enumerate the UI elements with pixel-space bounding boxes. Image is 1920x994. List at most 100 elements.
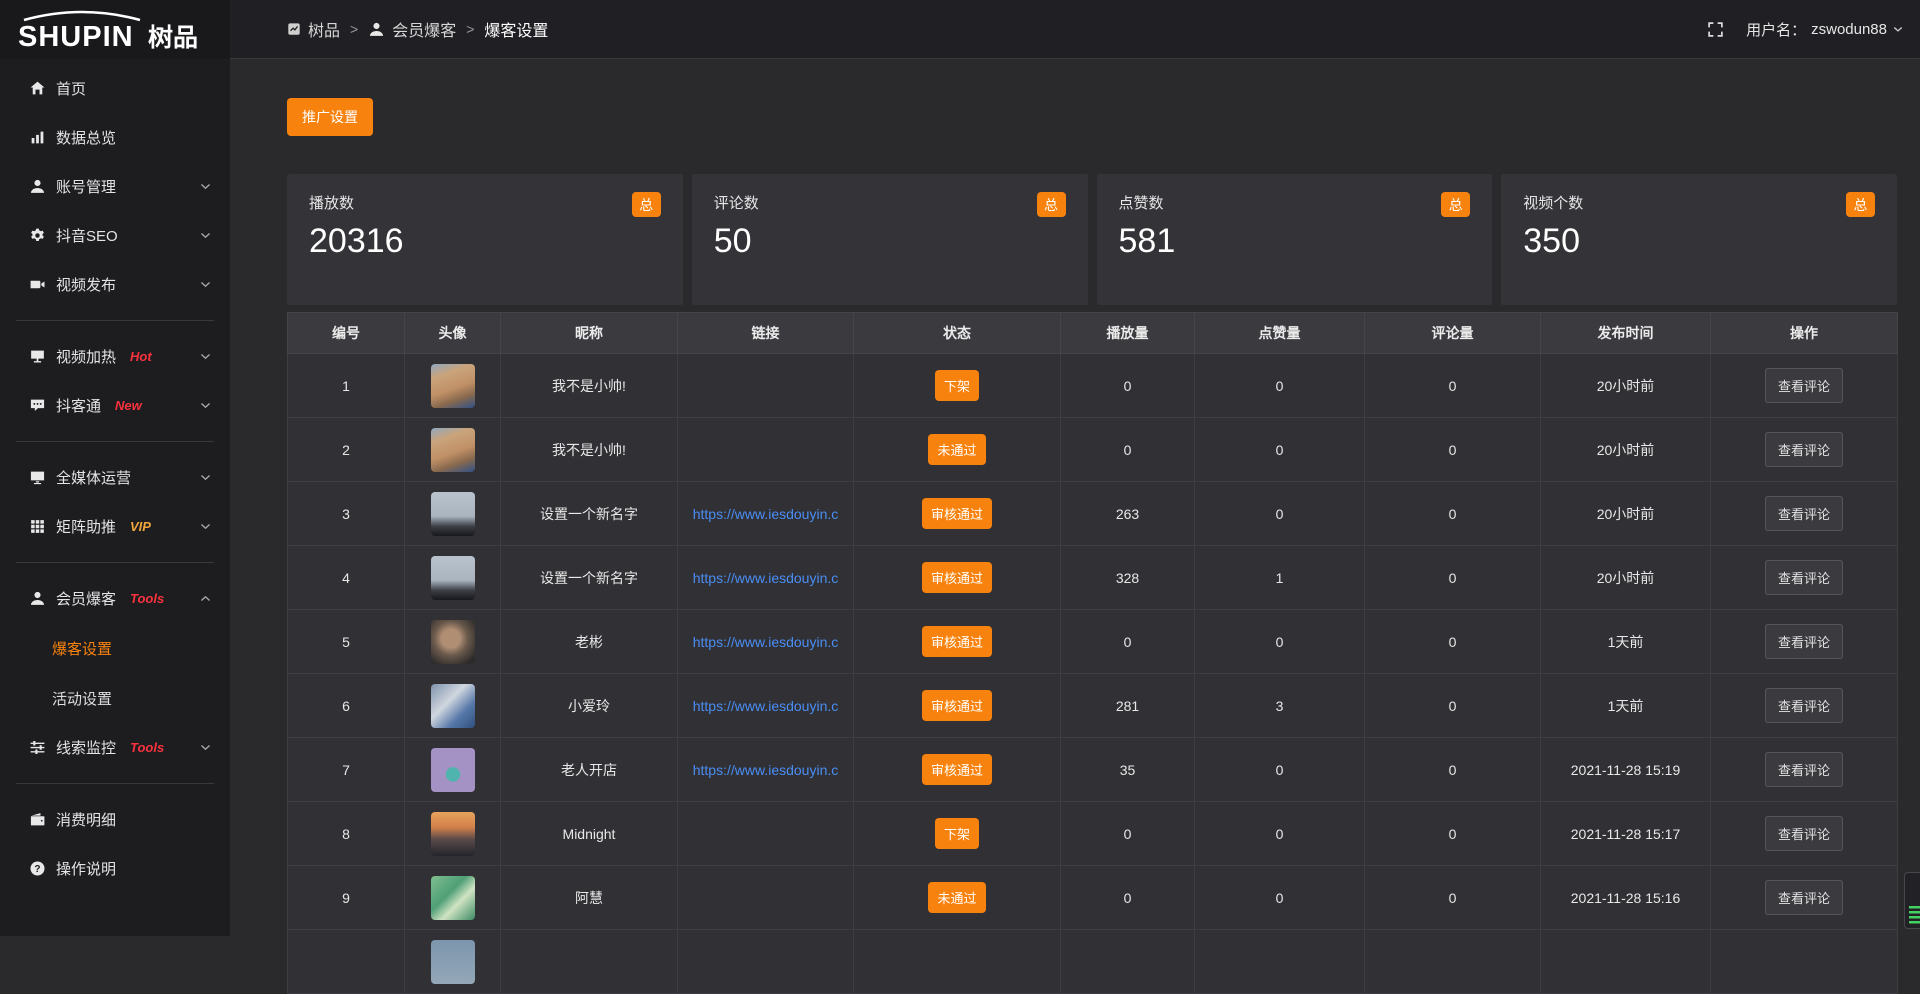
sidebar-subitem-activity-settings[interactable]: 活动设置 — [0, 673, 230, 723]
sidebar-item-all-media[interactable]: 全媒体运营 — [0, 453, 230, 502]
cell-time: 1天前 — [1541, 610, 1711, 674]
screen-icon — [28, 469, 46, 487]
video-link[interactable]: https://www.iesdouyin.c — [678, 698, 853, 714]
cell-nickname: 设置一个新名字 — [501, 546, 678, 610]
status-badge[interactable]: 下架 — [935, 370, 979, 401]
sidebar-item-member-baoke[interactable]: 会员爆客Tools — [0, 574, 230, 623]
user-icon — [368, 21, 385, 38]
bar-chart-icon — [28, 129, 46, 147]
view-comments-button[interactable]: 查看评论 — [1765, 816, 1843, 851]
status-badge[interactable]: 未通过 — [928, 434, 985, 465]
status-badge[interactable]: 审核通过 — [922, 498, 992, 529]
breadcrumb-separator: > — [466, 21, 474, 37]
stat-card-value: 50 — [714, 222, 1066, 261]
total-badge: 总 — [632, 192, 661, 217]
view-comments-button[interactable]: 查看评论 — [1765, 496, 1843, 531]
sidebar-item-home[interactable]: 首页 — [0, 64, 230, 113]
cell-comments: 0 — [1365, 674, 1541, 738]
user-menu[interactable]: 用户名： zswodun88 — [1746, 19, 1904, 40]
video-link[interactable]: https://www.iesdouyin.c — [678, 634, 853, 650]
breadcrumb-label: 爆客设置 — [484, 17, 548, 41]
stat-card-top: 播放数总 — [309, 192, 661, 217]
avatar — [431, 428, 475, 472]
video-link[interactable]: https://www.iesdouyin.c — [678, 570, 853, 586]
cell-comments: 0 — [1365, 802, 1541, 866]
status-badge[interactable]: 审核通过 — [922, 626, 992, 657]
sidebar-item-label: 数据总览 — [56, 127, 116, 148]
cell-likes: 0 — [1195, 802, 1365, 866]
sidebar-item-label: 账号管理 — [56, 176, 116, 197]
sidebar-item-douyin-seo[interactable]: 抖音SEO — [0, 211, 230, 260]
cell-action: 查看评论 — [1711, 482, 1898, 546]
cell-likes: 0 — [1195, 354, 1365, 418]
view-comments-button[interactable]: 查看评论 — [1765, 432, 1843, 467]
username-prefix: 用户名： — [1746, 19, 1806, 40]
view-comments-button[interactable]: 查看评论 — [1765, 368, 1843, 403]
cell-comments — [1365, 930, 1541, 994]
chevron-down-icon — [199, 229, 212, 242]
view-comments-button[interactable]: 查看评论 — [1765, 752, 1843, 787]
cell-nickname: 老人开店 — [501, 738, 678, 802]
cell-link — [678, 418, 854, 482]
breadcrumb-item-2[interactable]: 爆客设置 — [484, 17, 548, 41]
sidebar-item-video-heat[interactable]: 视频加热Hot — [0, 332, 230, 381]
view-comments-button[interactable]: 查看评论 — [1765, 560, 1843, 595]
sidebar-item-consume-detail[interactable]: 消费明细 — [0, 795, 230, 844]
fullscreen-icon[interactable] — [1707, 21, 1724, 38]
stat-card-label: 视频个数 — [1523, 192, 1583, 213]
status-badge[interactable]: 审核通过 — [922, 754, 992, 785]
cell-status: 未通过 — [854, 418, 1061, 482]
status-badge[interactable]: 下架 — [935, 818, 979, 849]
cell-nickname: 设置一个新名字 — [501, 482, 678, 546]
cell-nickname — [501, 930, 678, 994]
sidebar-item-tag: Tools — [130, 591, 164, 606]
promo-settings-button[interactable]: 推广设置 — [287, 98, 373, 136]
breadcrumb-item-0[interactable]: 树品 — [287, 17, 340, 41]
wallet-icon — [28, 811, 46, 829]
column-header: 播放量 — [1061, 313, 1195, 354]
cell-status: 审核通过 — [854, 482, 1061, 546]
column-header: 操作 — [1711, 313, 1898, 354]
video-icon — [28, 276, 46, 294]
cell-likes: 0 — [1195, 418, 1365, 482]
browser-extension-widget[interactable] — [1904, 872, 1920, 929]
sidebar-divider — [16, 441, 214, 442]
status-badge[interactable]: 未通过 — [928, 882, 985, 913]
topbar: 树品>会员爆客>爆客设置 用户名：zswodun88 — [230, 0, 1920, 59]
sidebar-item-doukettong[interactable]: 抖客通New — [0, 381, 230, 430]
sidebar-subitem-baoke-settings[interactable]: 爆客设置 — [0, 623, 230, 673]
video-link[interactable]: https://www.iesdouyin.c — [678, 506, 853, 522]
column-header: 发布时间 — [1541, 313, 1711, 354]
cell-plays: 328 — [1061, 546, 1195, 610]
cell-avatar — [405, 674, 501, 738]
sidebar-item-clue-monitor[interactable]: 线索监控Tools — [0, 723, 230, 772]
svg-text:?: ? — [34, 864, 40, 875]
username: zswodun88 — [1811, 21, 1887, 38]
view-comments-button[interactable]: 查看评论 — [1765, 688, 1843, 723]
sidebar-item-label: 视频发布 — [56, 274, 116, 295]
sidebar-item-data-overview[interactable]: 数据总览 — [0, 113, 230, 162]
chevron-down-icon — [199, 520, 212, 533]
view-comments-button[interactable]: 查看评论 — [1765, 624, 1843, 659]
status-badge[interactable]: 审核通过 — [922, 562, 992, 593]
breadcrumb-label: 会员爆客 — [392, 17, 456, 41]
status-badge[interactable]: 审核通过 — [922, 690, 992, 721]
cell-action: 查看评论 — [1711, 546, 1898, 610]
sidebar-item-label: 抖客通 — [56, 395, 101, 416]
cell-likes: 0 — [1195, 866, 1365, 930]
video-link[interactable]: https://www.iesdouyin.c — [678, 762, 853, 778]
cell-action — [1711, 930, 1898, 994]
sidebar-item-video-publish[interactable]: 视频发布 — [0, 260, 230, 309]
breadcrumb-item-1[interactable]: 会员爆客 — [368, 17, 456, 41]
sidebar-item-tag: Hot — [130, 349, 152, 364]
avatar — [431, 684, 475, 728]
column-header: 点赞量 — [1195, 313, 1365, 354]
sidebar-item-operation-help[interactable]: ?操作说明 — [0, 844, 230, 893]
monitor-icon — [28, 348, 46, 366]
view-comments-button[interactable]: 查看评论 — [1765, 880, 1843, 915]
sidebar-item-matrix-boost[interactable]: 矩阵助推VIP — [0, 502, 230, 551]
cell-link: https://www.iesdouyin.c — [678, 738, 854, 802]
stat-cards: 播放数总20316评论数总50点赞数总581视频个数总350 — [287, 174, 1897, 305]
topbar-right: 用户名： zswodun88 — [1707, 19, 1904, 40]
sidebar-item-account-manage[interactable]: 账号管理 — [0, 162, 230, 211]
